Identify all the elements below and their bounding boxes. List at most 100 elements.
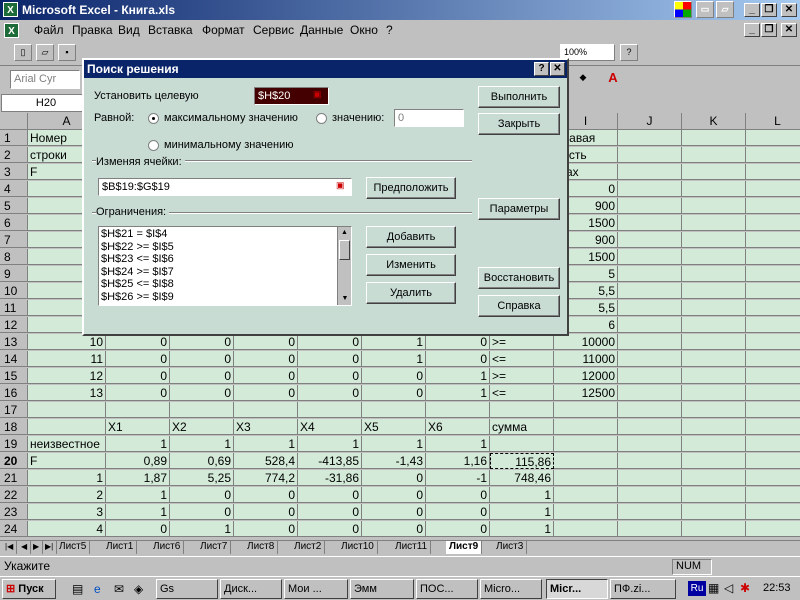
- grid-cell[interactable]: 1: [490, 504, 554, 520]
- task-button[interactable]: ПФ.zi...: [610, 579, 676, 599]
- grid-cell[interactable]: 1: [426, 368, 490, 384]
- language-indicator[interactable]: Ru: [688, 581, 706, 596]
- grid-cell[interactable]: 0: [106, 521, 170, 537]
- grid-cell[interactable]: 10000: [554, 334, 618, 350]
- start-button[interactable]: ⊞ Пуск: [2, 579, 56, 599]
- grid-cell[interactable]: [618, 181, 682, 197]
- menu-file[interactable]: Файл: [34, 23, 64, 37]
- grid-cell[interactable]: [618, 453, 682, 469]
- tab-last-icon[interactable]: ▶|: [42, 541, 58, 554]
- grid-cell[interactable]: 0: [362, 385, 426, 401]
- row-header[interactable]: 17: [0, 402, 28, 418]
- row-header[interactable]: 23: [0, 504, 28, 520]
- grid-cell[interactable]: [746, 266, 800, 282]
- grid-cell[interactable]: 1: [490, 521, 554, 537]
- grid-cell[interactable]: 0: [234, 385, 298, 401]
- grid-cell[interactable]: [618, 215, 682, 231]
- guess-button[interactable]: Предположить: [366, 177, 456, 199]
- row-header[interactable]: 3: [0, 164, 28, 180]
- grid-cell[interactable]: [554, 419, 618, 435]
- grid-cell[interactable]: 0: [170, 368, 234, 384]
- grid-cell[interactable]: 0: [298, 504, 362, 520]
- office-icon[interactable]: [674, 1, 692, 18]
- menu-format[interactable]: Формат: [202, 23, 245, 37]
- grid-cell[interactable]: [234, 402, 298, 418]
- constraint-item[interactable]: $H$26 >= $I$9: [101, 291, 349, 304]
- grid-cell[interactable]: 0: [234, 334, 298, 350]
- constraint-item[interactable]: $H$22 >= $I$5: [101, 241, 349, 254]
- grid-cell[interactable]: [618, 130, 682, 146]
- grid-cell[interactable]: [746, 351, 800, 367]
- constraints-scrollbar[interactable]: ▲ ▼: [337, 227, 351, 305]
- row-header[interactable]: 11: [0, 300, 28, 316]
- row-header[interactable]: 19: [0, 436, 28, 452]
- grid-cell[interactable]: [746, 521, 800, 537]
- grid-cell[interactable]: 0: [298, 368, 362, 384]
- notes-icon[interactable]: ▭: [696, 1, 714, 18]
- restore-button[interactable]: ❐: [761, 3, 777, 17]
- grid-cell[interactable]: [682, 317, 746, 333]
- row-header[interactable]: 4: [0, 181, 28, 197]
- grid-cell[interactable]: [746, 487, 800, 503]
- grid-cell[interactable]: 0: [234, 351, 298, 367]
- tab-Лист6[interactable]: Лист6: [150, 541, 185, 554]
- tab-Лист7[interactable]: Лист7: [197, 541, 232, 554]
- grid-cell[interactable]: [746, 232, 800, 248]
- quick-channels-icon[interactable]: ◈: [134, 582, 143, 596]
- grid-cell[interactable]: 0: [170, 334, 234, 350]
- grid-cell[interactable]: [682, 504, 746, 520]
- tab-Лист9[interactable]: Лист9: [446, 541, 483, 554]
- grid-cell[interactable]: 0: [234, 521, 298, 537]
- grid-cell[interactable]: [682, 351, 746, 367]
- column-header-l[interactable]: L: [746, 113, 800, 130]
- menu-insert[interactable]: Вставка: [148, 23, 193, 37]
- grid-cell[interactable]: [682, 436, 746, 452]
- grid-cell[interactable]: 0: [170, 351, 234, 367]
- radio-min[interactable]: [148, 140, 159, 151]
- grid-cell[interactable]: [618, 487, 682, 503]
- scroll-up-icon[interactable]: ▲: [338, 227, 351, 239]
- grid-cell[interactable]: 0: [106, 368, 170, 384]
- row-header[interactable]: 16: [0, 385, 28, 401]
- grid-cell[interactable]: 0,89: [106, 453, 170, 469]
- row-header[interactable]: 5: [0, 198, 28, 214]
- grid-cell[interactable]: [682, 283, 746, 299]
- grid-cell[interactable]: [426, 402, 490, 418]
- grid-cell[interactable]: [746, 334, 800, 350]
- grid-cell[interactable]: [618, 300, 682, 316]
- row-header[interactable]: 24: [0, 521, 28, 537]
- grid-cell[interactable]: [682, 453, 746, 469]
- scroll-down-icon[interactable]: ▼: [338, 293, 352, 305]
- workbook-icon[interactable]: X: [4, 23, 19, 38]
- grid-cell[interactable]: 11: [28, 351, 106, 367]
- grid-cell[interactable]: [682, 249, 746, 265]
- grid-cell[interactable]: 0: [298, 521, 362, 537]
- help-icon[interactable]: ?: [620, 44, 638, 61]
- grid-cell[interactable]: 12: [28, 368, 106, 384]
- grid-cell[interactable]: <=: [490, 385, 554, 401]
- tray-volume-icon[interactable]: ◁: [724, 581, 733, 595]
- grid-cell[interactable]: 0: [362, 368, 426, 384]
- doc-close-button[interactable]: ✕: [781, 23, 797, 37]
- grid-cell[interactable]: [490, 436, 554, 452]
- row-header[interactable]: 20: [0, 453, 28, 469]
- tab-Лист2[interactable]: Лист2: [291, 541, 326, 554]
- delete-constraint-button[interactable]: Удалить: [366, 282, 456, 304]
- grid-cell[interactable]: 1,16: [426, 453, 490, 469]
- constraint-item[interactable]: $H$25 <= $I$8: [101, 278, 349, 291]
- grid-cell[interactable]: [618, 198, 682, 214]
- grid-cell[interactable]: [554, 487, 618, 503]
- menu-help[interactable]: ?: [386, 23, 393, 37]
- grid-cell[interactable]: [746, 283, 800, 299]
- grid-cell[interactable]: [28, 402, 106, 418]
- grid-cell[interactable]: [618, 164, 682, 180]
- grid-cell[interactable]: 1: [106, 504, 170, 520]
- grid-cell[interactable]: [170, 402, 234, 418]
- close-button[interactable]: ✕: [781, 3, 797, 17]
- grid-cell[interactable]: 0: [170, 385, 234, 401]
- grid-cell[interactable]: 0: [298, 334, 362, 350]
- grid-cell[interactable]: [746, 130, 800, 146]
- grid-cell[interactable]: 0: [170, 487, 234, 503]
- grid-cell[interactable]: -413,85: [298, 453, 362, 469]
- grid-cell[interactable]: 0: [426, 521, 490, 537]
